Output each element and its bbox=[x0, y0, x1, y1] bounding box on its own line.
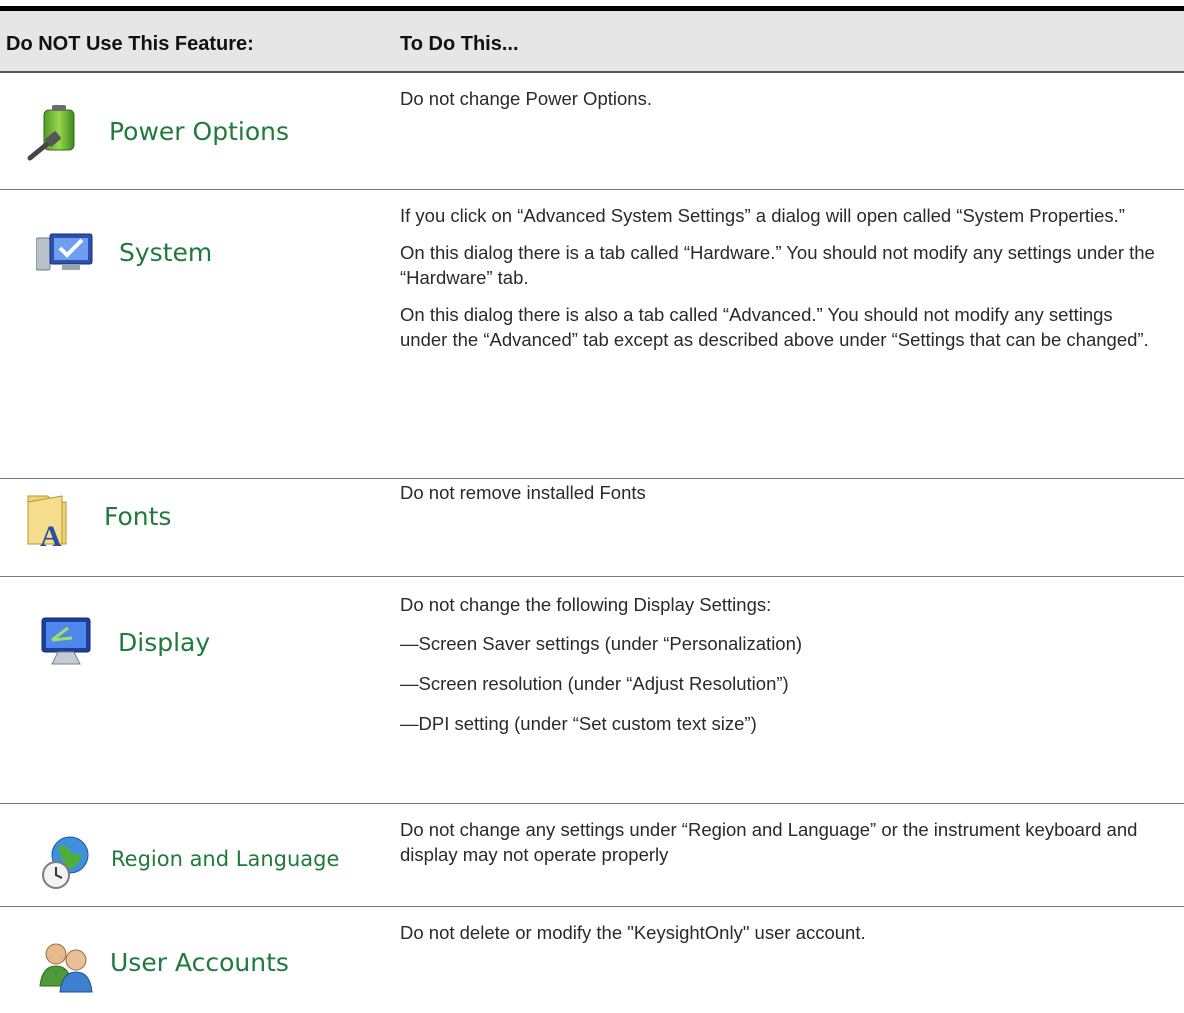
row-divider bbox=[0, 803, 1184, 804]
svg-text:A: A bbox=[40, 520, 62, 548]
globe-clock-icon bbox=[42, 836, 89, 889]
users-icon bbox=[39, 943, 93, 993]
font-folder-icon: A bbox=[27, 495, 67, 548]
battery-plug-icon bbox=[27, 105, 75, 161]
row-divider bbox=[0, 576, 1184, 577]
header-action: To Do This... bbox=[400, 33, 519, 55]
row-description: Do not change the following Display Sett… bbox=[400, 594, 803, 734]
row-description: Do not change any settings under “Region… bbox=[400, 819, 1138, 865]
computer-checkmark-icon bbox=[36, 233, 93, 271]
header-divider bbox=[0, 71, 1184, 73]
feature-label: Display bbox=[118, 628, 211, 657]
header-feature: Do NOT Use This Feature: bbox=[6, 33, 254, 55]
row-description: Do not delete or modify the "KeysightOnl… bbox=[400, 922, 866, 943]
row-description: If you click on “Advanced System Setting… bbox=[400, 205, 1155, 350]
row-divider bbox=[0, 478, 1184, 479]
row-description: Do not remove installed Fonts bbox=[400, 482, 646, 503]
feature-label: Fonts bbox=[104, 502, 172, 531]
row-divider bbox=[0, 906, 1184, 907]
monitor-icon bbox=[41, 617, 91, 665]
row-description: Do not change Power Options. bbox=[400, 88, 652, 109]
feature-label: Region and Language bbox=[111, 847, 340, 871]
feature-label: System bbox=[119, 238, 213, 267]
row-divider bbox=[0, 189, 1184, 190]
table-header: Do NOT Use This Feature: To Do This... bbox=[0, 11, 1184, 71]
feature-label: User Accounts bbox=[110, 948, 289, 977]
feature-label: Power Options bbox=[109, 117, 289, 146]
